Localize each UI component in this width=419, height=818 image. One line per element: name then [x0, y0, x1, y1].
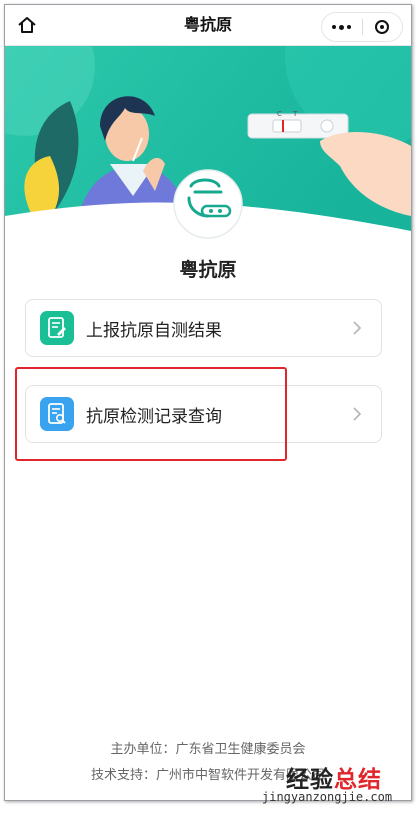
- report-result-card[interactable]: 上报抗原自测结果: [25, 299, 382, 357]
- report-form-icon: [40, 311, 74, 345]
- antigen-test-strip-icon: C T: [247, 110, 349, 139]
- app-title: 粤抗原: [179, 259, 237, 281]
- more-dots-icon[interactable]: [322, 13, 362, 41]
- mini-program-capsule: [321, 12, 403, 42]
- banner-illustration: C T: [5, 46, 411, 246]
- phone-frame: 粤抗原 C T 粤抗原 上报抗原自测结果 抗原检测记录查询 主办单位：广东省卫生…: [4, 4, 412, 801]
- red-highlight-box: [15, 367, 287, 461]
- chevron-right-icon: [347, 320, 367, 336]
- svg-text:T: T: [292, 110, 298, 118]
- watermark-url: jingyanzongjie.com: [262, 790, 393, 804]
- close-target-icon[interactable]: [363, 13, 403, 41]
- yue-logo-icon: [173, 169, 243, 239]
- top-nav-bar: 粤抗原: [5, 5, 411, 46]
- watermark-text: 经验总结: [286, 767, 382, 793]
- chevron-right-icon: [347, 406, 367, 422]
- footer-organizer: 主办单位：广东省卫生健康委员会: [110, 742, 306, 757]
- report-result-label: 上报抗原自测结果: [86, 320, 222, 341]
- svg-text:C: C: [277, 110, 282, 118]
